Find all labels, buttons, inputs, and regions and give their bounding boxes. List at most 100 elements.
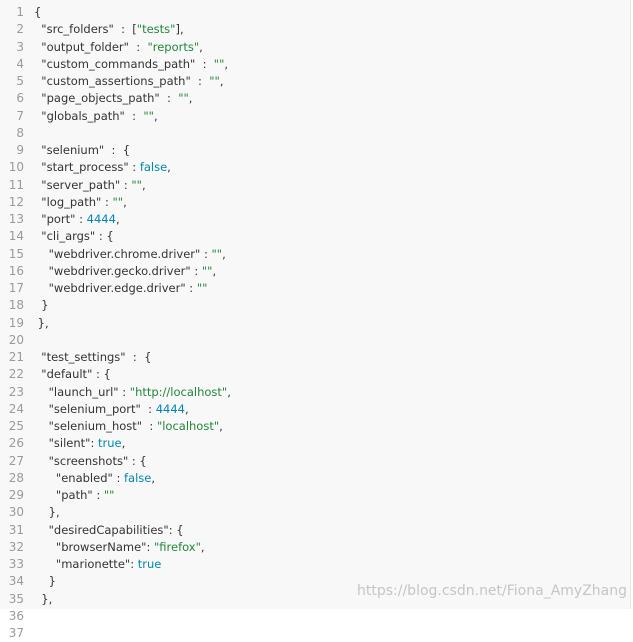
code-token-str: "reports" <box>147 39 200 54</box>
line-number: 7 <box>16 108 24 123</box>
line-number: 9 <box>16 143 24 157</box>
code-line: "selenium_port" : 4444, <box>34 401 630 418</box>
line-number: 15 <box>8 246 24 261</box>
line-number: 28 <box>8 470 24 485</box>
code-token-key: "server_path" <box>34 177 121 192</box>
code-token-key: "page_objects_path" <box>34 91 160 106</box>
line-number: 33 <box>8 557 24 571</box>
line-number: 8 <box>16 125 24 140</box>
code-line: "custom_commands_path" : "", <box>34 56 630 73</box>
code-token-str: "" <box>213 56 225 71</box>
code-token-punc: , <box>123 194 127 209</box>
code-token-punc: }, <box>34 591 53 606</box>
code-token-punc: , <box>121 436 126 451</box>
code-line: "port" : 4444, <box>34 211 630 228</box>
code-line: "default" : { <box>34 366 630 383</box>
line-number: 1 <box>16 5 24 19</box>
code-token-lit: false <box>123 470 152 485</box>
line-number: 5 <box>16 74 24 88</box>
code-content[interactable]: { "src_folders" : ["tests"], "output_fol… <box>34 4 630 642</box>
line-number: 17 <box>8 281 24 295</box>
code-token-punc: , <box>227 384 231 399</box>
code-line: "custom_assertions_path" : "", <box>34 73 630 90</box>
line-number: 3 <box>16 39 24 54</box>
code-token-str: "" <box>211 246 223 261</box>
code-token-key: "custom_assertions_path" <box>34 74 191 88</box>
line-number: 31 <box>8 522 24 537</box>
code-line: }, <box>34 504 630 521</box>
code-token-str: "tests" <box>136 22 176 37</box>
code-token-key: "webdriver.chrome.driver" <box>34 246 201 261</box>
line-number: 10 <box>8 160 24 175</box>
code-token-str: "" <box>131 177 142 192</box>
code-token-punc: : <box>90 436 98 451</box>
code-token-str: "localhost" <box>156 419 220 433</box>
code-token-key: "log_path" <box>34 194 102 209</box>
code-line: } <box>34 297 630 314</box>
code-token-key: "output_folder" <box>34 39 129 54</box>
code-token-punc: : { <box>95 229 114 244</box>
code-line: "desiredCapabilities": { <box>34 522 630 539</box>
line-number: 14 <box>8 229 24 244</box>
code-token-punc: : { <box>104 143 131 157</box>
code-token-lit: 4444 <box>86 212 116 226</box>
code-token-punc: } <box>34 574 56 589</box>
code-token-punc: , <box>188 91 193 106</box>
code-token-punc: : <box>159 91 179 106</box>
code-token-punc: : <box>200 246 212 261</box>
code-token-punc: : <box>190 263 202 278</box>
line-number: 2 <box>16 22 24 37</box>
code-token-punc: : <box>92 488 104 502</box>
code-token-punc: , <box>212 263 217 278</box>
code-line: "browserName": "firefox", <box>34 539 630 556</box>
code-token-key: "selenium" <box>34 143 105 157</box>
code-token-punc: : <box>190 74 210 88</box>
code-line: { <box>34 4 630 21</box>
code-token-punc: } <box>34 298 49 313</box>
code-token-key: "marionette" <box>34 557 131 571</box>
code-token-punc: }, <box>34 315 49 330</box>
line-number: 23 <box>8 384 24 399</box>
code-token-key: "browserName" <box>34 539 147 554</box>
code-token-str: "" <box>103 488 115 502</box>
code-line: "webdriver.chrome.driver" : "", <box>34 246 630 263</box>
code-token-punc: : <box>128 160 140 175</box>
code-block: 1 2 3 4 5 6 7 8 9 10 11 12 13 14 15 16 17 18 19 20 21 22 23 24 2… <box>0 0 631 640</box>
code-token-punc: : <box>140 401 156 416</box>
code-token-lit: true <box>98 436 122 451</box>
code-token-str: "" <box>178 91 189 106</box>
code-token-str: "" <box>143 108 154 123</box>
code-token-key: "silent" <box>34 436 91 451</box>
code-token-punc: : { <box>92 367 111 382</box>
code-token-lit: 4444 <box>155 401 185 416</box>
line-number: 30 <box>8 505 24 520</box>
code-token-punc: : <box>195 56 214 71</box>
code-line: "selenium_host" : "localhost", <box>34 418 630 435</box>
code-token-key: "port" <box>34 212 76 226</box>
code-token-punc: { <box>34 5 42 19</box>
code-token-punc: , <box>219 74 224 88</box>
code-line: "path" : "" <box>34 487 630 504</box>
code-token-key: "selenium_host" <box>34 419 143 433</box>
line-number: 13 <box>8 212 24 226</box>
line-number: 16 <box>8 263 24 278</box>
line-number: 29 <box>8 488 24 502</box>
code-line: "webdriver.edge.driver" : "" <box>34 280 630 297</box>
code-token-key: "globals_path" <box>34 108 125 123</box>
code-token-punc: : { <box>128 453 147 468</box>
line-number: 24 <box>8 401 24 416</box>
code-token-punc: , <box>153 108 158 123</box>
code-token-key: "webdriver.edge.driver" <box>34 281 186 295</box>
code-token-punc: , <box>222 246 226 261</box>
line-number: 27 <box>8 453 24 468</box>
code-token-punc: : <box>142 419 157 433</box>
code-token-key: "launch_url" <box>34 384 119 399</box>
code-line: "server_path" : "", <box>34 177 630 194</box>
code-token-punc: : <box>120 177 132 192</box>
code-token-punc: : { <box>168 522 184 537</box>
code-token-punc: : <box>185 281 197 295</box>
code-line: "selenium" : { <box>34 142 630 159</box>
code-token-punc: , <box>184 401 189 416</box>
